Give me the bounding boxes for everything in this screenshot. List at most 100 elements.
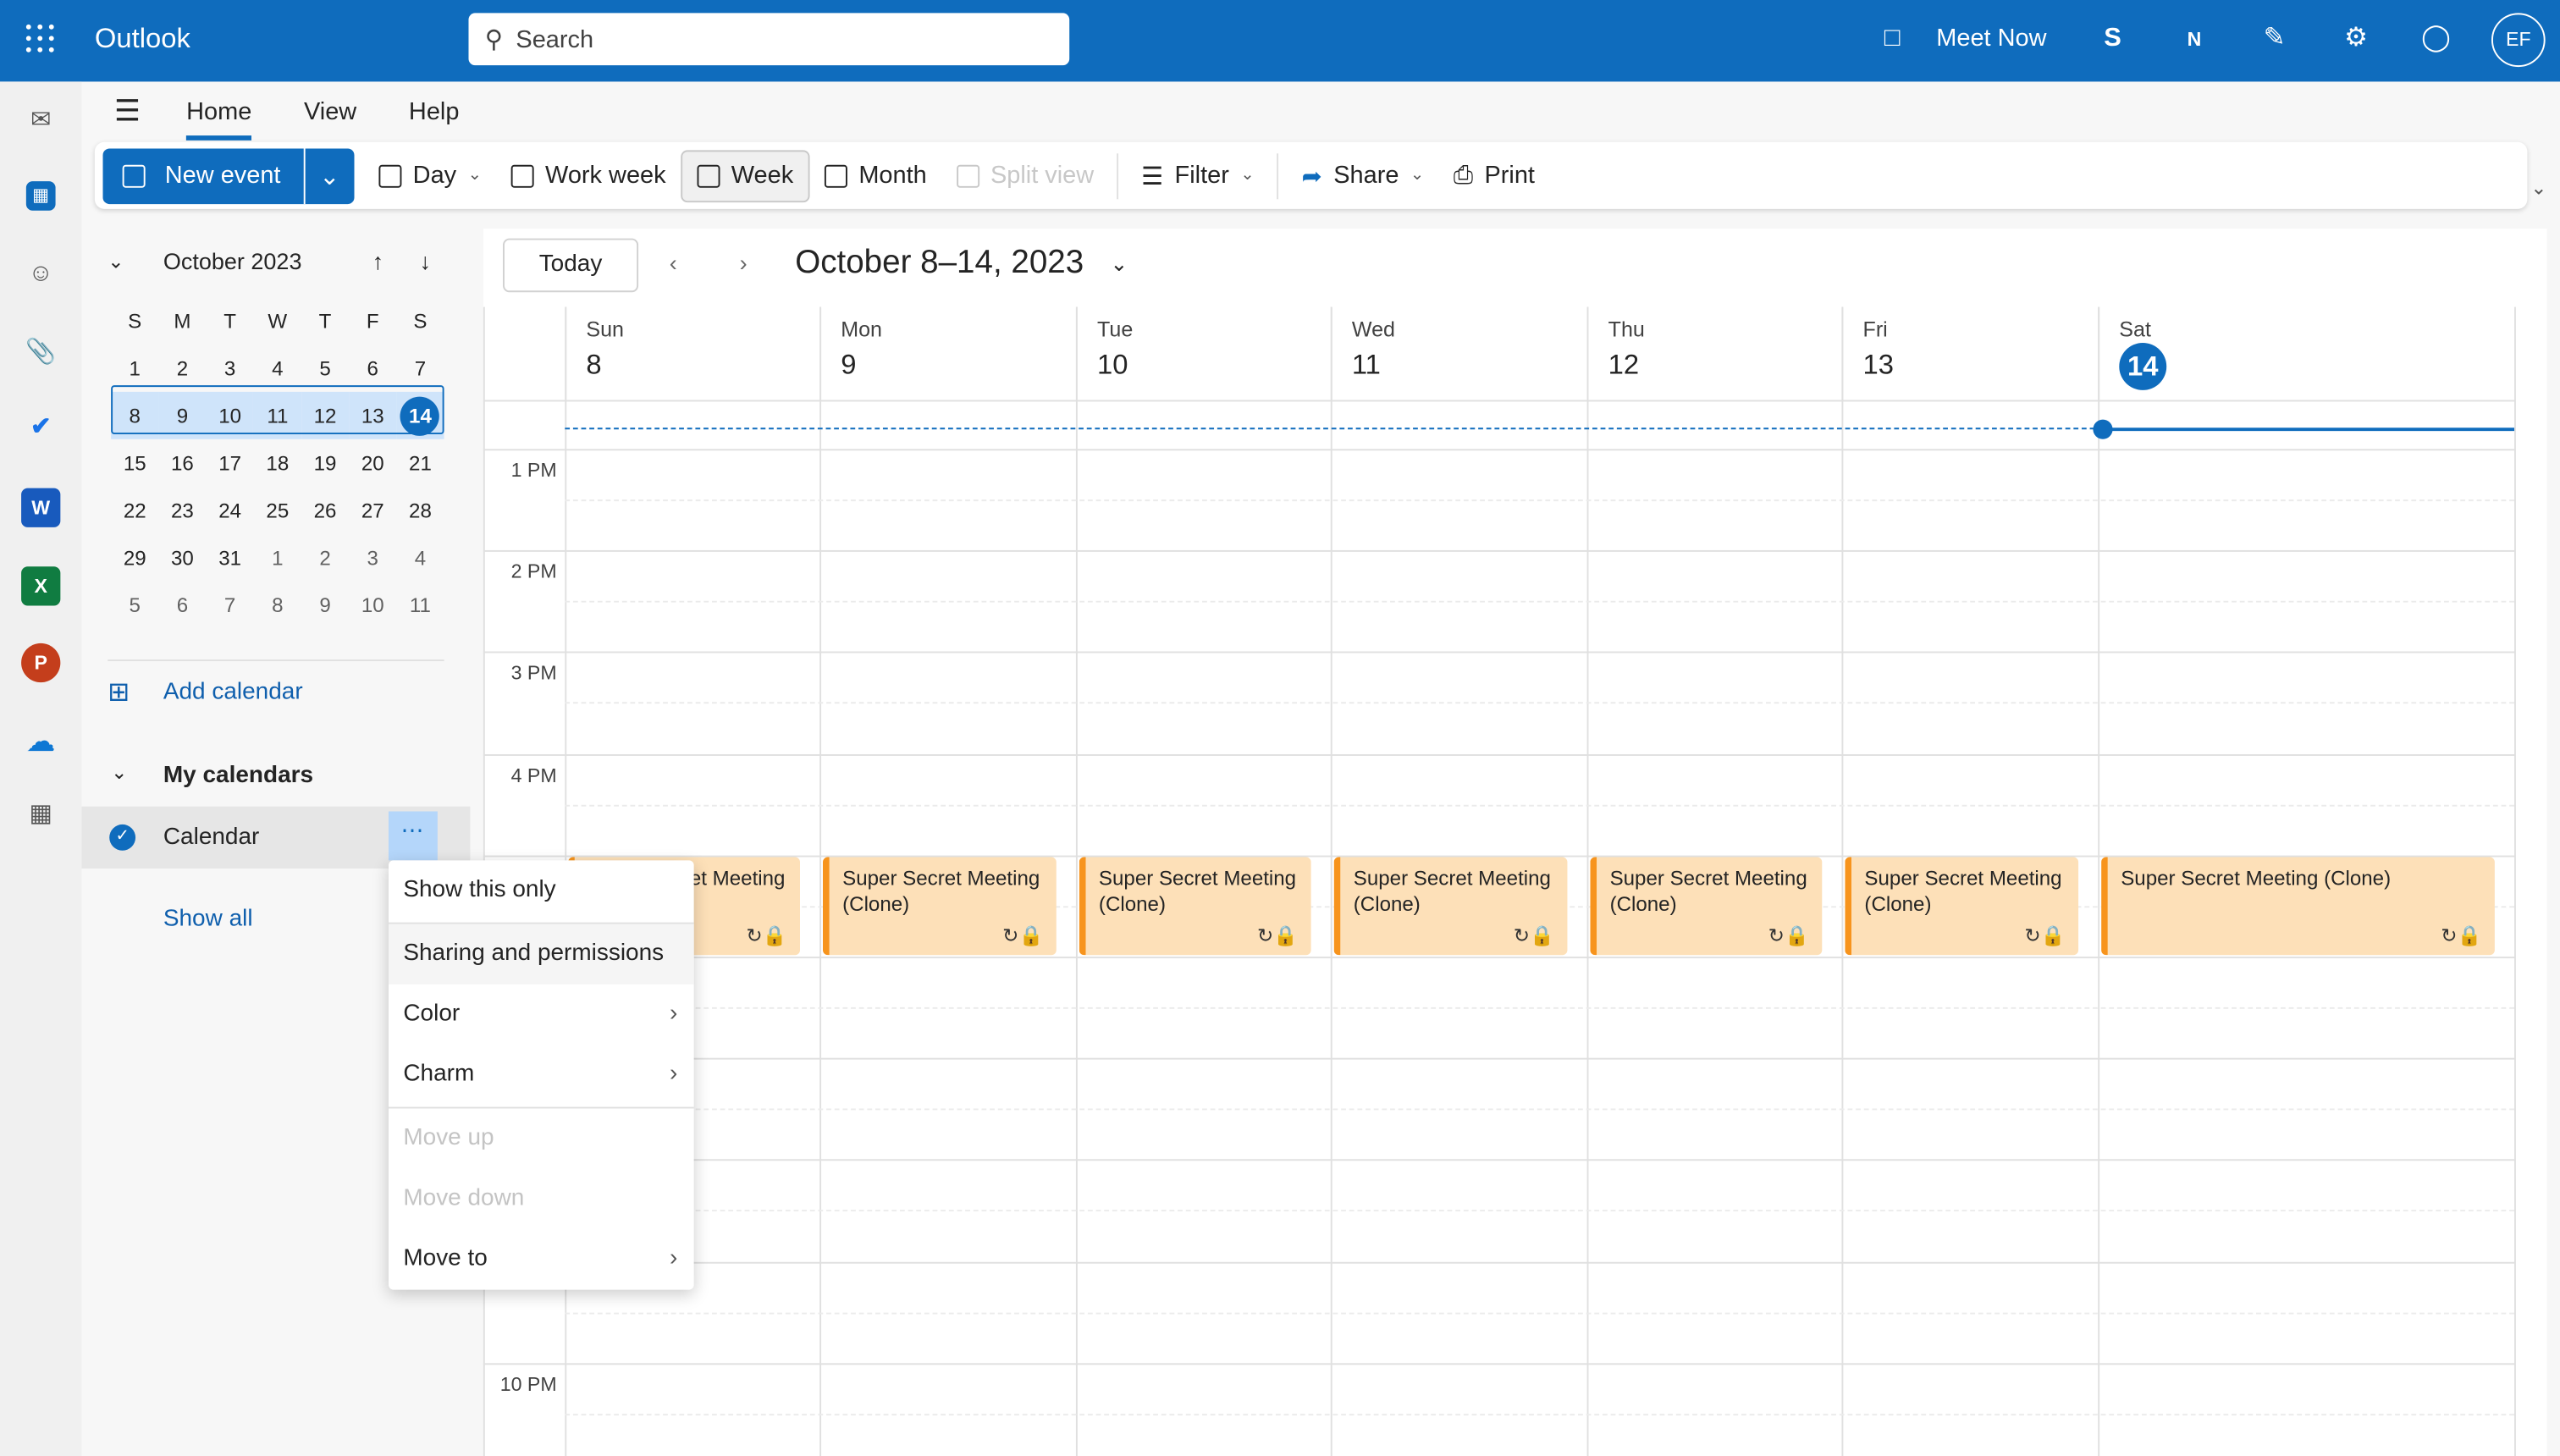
mini-calendar-title[interactable]: October 2023 — [163, 248, 372, 274]
menu-item-move-to[interactable]: Move to › — [389, 1229, 694, 1289]
calendar-event[interactable]: Super Secret Meeting (Clone) ↻🔒 — [1333, 857, 1568, 956]
date-range-title[interactable]: October 8–14, 2023 — [795, 245, 1084, 282]
mini-calendar-day[interactable]: 5 — [111, 582, 158, 629]
day-date: 10 — [1096, 349, 1128, 381]
date-range-chevron-icon[interactable]: ⌄ — [1110, 251, 1128, 278]
day-header[interactable]: Sat 14 — [2098, 306, 2514, 400]
avatar[interactable]: EF — [2491, 13, 2546, 68]
mini-calendar-day[interactable]: 9 — [301, 582, 349, 629]
mini-calendar-day[interactable]: 23 — [158, 487, 206, 534]
day-header[interactable]: Wed 11 — [1330, 306, 1587, 400]
add-calendar-icon[interactable]: ⊞ — [108, 676, 130, 709]
mini-calendar-day[interactable]: 8 — [254, 582, 301, 629]
mini-calendar-day[interactable]: 31 — [207, 534, 254, 582]
calendar-event[interactable]: Super Secret Meeting (Clone) ↻🔒 — [822, 857, 1057, 956]
attachment-icon[interactable]: 📎 — [21, 333, 60, 372]
skype-icon[interactable]: S — [2094, 21, 2130, 57]
mini-calendar-day[interactable]: 20 — [349, 439, 396, 487]
more-options-button[interactable]: ⋯ — [388, 811, 438, 861]
mini-calendar-day[interactable]: 7 — [207, 582, 254, 629]
mini-calendar-day[interactable]: 1 — [254, 534, 301, 582]
mini-calendar-day[interactable]: 30 — [158, 534, 206, 582]
previous-week-chevron-icon[interactable]: ‹ — [670, 250, 677, 276]
search-input[interactable]: ⚲ Search — [468, 13, 1070, 66]
todo-icon[interactable]: ✔ — [21, 408, 60, 447]
new-event-dropdown-chevron-icon[interactable]: ⌄ — [305, 161, 354, 190]
menu-item-color[interactable]: Color › — [389, 984, 694, 1045]
day-header[interactable]: Fri 13 — [1841, 306, 2098, 400]
next-week-chevron-icon[interactable]: › — [740, 250, 748, 276]
mini-calendar-day[interactable]: 27 — [349, 487, 396, 534]
next-month-arrow-icon[interactable]: ↓ — [420, 248, 432, 274]
my-calendars-heading[interactable]: My calendars — [163, 763, 313, 789]
word-icon[interactable]: W — [21, 488, 61, 527]
calendar-event[interactable]: Super Secret Meeting (Clone) ↻🔒 — [1590, 857, 1823, 956]
mini-calendar-day[interactable]: 2 — [301, 534, 349, 582]
day-header[interactable]: Tue 10 — [1075, 306, 1331, 400]
mini-calendar-day[interactable]: 3 — [349, 534, 396, 582]
add-calendar-link[interactable]: Add calendar — [163, 679, 303, 705]
mini-calendar-day[interactable]: 22 — [111, 487, 158, 534]
onenote-icon[interactable]: N — [2177, 21, 2212, 57]
mini-calendar-day[interactable]: 4 — [396, 534, 444, 582]
my-day-icon[interactable]: ✎ — [2256, 21, 2292, 57]
lightbulb-icon[interactable]: ◯ — [2418, 21, 2453, 57]
tab-view[interactable]: View — [304, 95, 356, 129]
tab-help[interactable]: Help — [409, 95, 460, 129]
calendar-icon[interactable]: ▦ — [25, 181, 56, 211]
today-button[interactable]: Today — [502, 238, 639, 293]
hour-line — [483, 753, 2514, 756]
ribbon-expand-chevron-icon[interactable]: ⌄ — [2530, 176, 2546, 199]
print-button[interactable]: ⎙ Print — [1438, 149, 1549, 201]
mini-calendar-day[interactable]: 28 — [396, 487, 444, 534]
app-name[interactable]: Outlook — [95, 23, 190, 56]
time-label: 4 PM — [510, 763, 557, 786]
meet-now-button[interactable]: Meet Now — [1936, 25, 2046, 52]
app-launcher-icon[interactable] — [25, 24, 56, 54]
share-button[interactable]: ➦ Share ⌄ — [1287, 149, 1438, 201]
calendar-event[interactable]: Super Secret Meeting (Clone) ↻🔒 — [1079, 857, 1311, 956]
people-icon[interactable]: ☺ — [21, 255, 60, 294]
mini-calendar-day[interactable]: 29 — [111, 534, 158, 582]
excel-icon[interactable]: X — [21, 566, 61, 606]
day-header[interactable]: Mon 9 — [819, 306, 1076, 400]
mini-calendar-day[interactable]: 18 — [254, 439, 301, 487]
week-view-button[interactable]: Week — [680, 149, 810, 202]
settings-gear-icon[interactable]: ⚙ — [2338, 21, 2374, 57]
mail-icon[interactable]: ✉ — [21, 102, 60, 141]
menu-item-show-this-only[interactable]: Show this only — [389, 860, 694, 920]
mini-calendar-day[interactable]: 19 — [301, 439, 349, 487]
mini-calendar-day[interactable]: 6 — [158, 582, 206, 629]
mini-calendar-day[interactable]: 11 — [396, 582, 444, 629]
mini-calendar-day[interactable]: 21 — [396, 439, 444, 487]
mini-calendar-day[interactable]: 10 — [349, 582, 396, 629]
more-apps-icon[interactable]: ▦ — [21, 795, 60, 834]
mini-calendar-day[interactable]: 24 — [207, 487, 254, 534]
mini-calendar-day[interactable]: 25 — [254, 487, 301, 534]
checkmark-icon[interactable]: ✓ — [109, 824, 136, 851]
hamburger-menu-icon[interactable]: ☰ — [114, 91, 141, 132]
day-view-button[interactable]: Day ⌄ — [364, 149, 496, 201]
mini-calendar-day[interactable]: 17 — [207, 439, 254, 487]
month-view-button[interactable]: Month — [809, 149, 941, 201]
new-event-button[interactable]: New event ⌄ — [102, 147, 355, 204]
video-camera-icon[interactable]: □ — [1874, 21, 1910, 57]
mini-calendar-day[interactable]: 15 — [111, 439, 158, 487]
work-week-view-button[interactable]: Work week — [496, 149, 681, 201]
tab-home[interactable]: Home — [186, 95, 252, 141]
menu-item-charm[interactable]: Charm › — [389, 1045, 694, 1105]
onedrive-icon[interactable]: ☁ — [21, 721, 60, 760]
mini-calendar-day[interactable]: 26 — [301, 487, 349, 534]
menu-item-sharing-and-permissions[interactable]: Sharing and permissions — [388, 924, 694, 984]
filter-button[interactable]: ☰ Filter ⌄ — [1127, 149, 1269, 201]
powerpoint-icon[interactable]: P — [21, 643, 61, 683]
show-all-link[interactable]: Show all — [163, 906, 253, 932]
day-header[interactable]: Sun 8 — [565, 306, 819, 400]
calendar-event[interactable]: Super Secret Meeting (Clone) ↻🔒 — [2101, 857, 2495, 956]
collapse-chevron-icon[interactable]: ⌄ — [108, 250, 163, 273]
mini-calendar-day[interactable]: 16 — [158, 439, 206, 487]
previous-month-arrow-icon[interactable]: ↑ — [372, 248, 420, 274]
day-header[interactable]: Thu 12 — [1586, 306, 1842, 400]
calendar-event[interactable]: Super Secret Meeting (Clone) ↻🔒 — [1845, 857, 2079, 956]
my-calendars-chevron-icon[interactable]: ⌄ — [111, 761, 127, 784]
